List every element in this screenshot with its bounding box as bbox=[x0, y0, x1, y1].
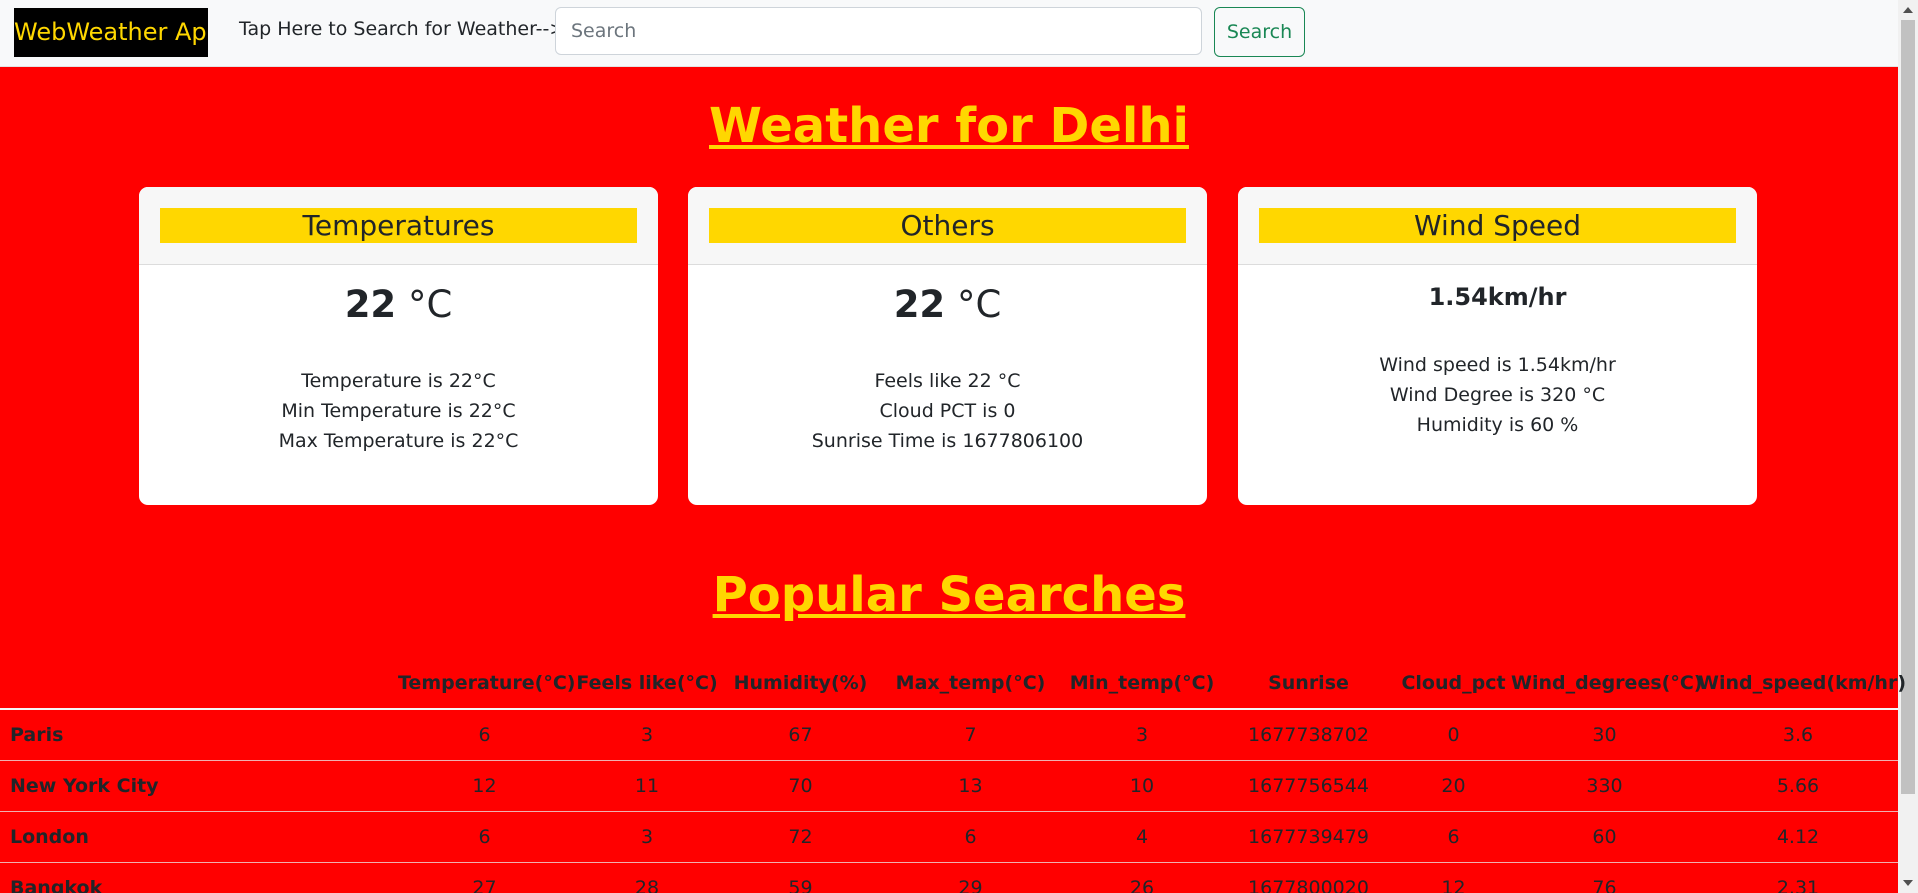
popular-searches-heading: Popular Searches bbox=[712, 567, 1186, 623]
max-temperature-line: Max Temperature is 22°C bbox=[278, 430, 519, 452]
table-cell: 1677756544 bbox=[1221, 760, 1396, 812]
card-title-others: Others bbox=[709, 208, 1186, 243]
card-title-temperatures: Temperatures bbox=[160, 208, 637, 243]
feels-like-line: Feels like 22 °C bbox=[874, 370, 1021, 392]
card-header: Wind Speed bbox=[1238, 187, 1757, 265]
table-row: London 6 3 72 6 4 1677739479 6 60 4.12 bbox=[0, 811, 1898, 863]
table-cell: 26 bbox=[1063, 862, 1221, 893]
column-header-sunrise: Sunrise bbox=[1221, 657, 1396, 710]
scroll-down-icon[interactable] bbox=[1903, 880, 1913, 886]
table-cell: 76 bbox=[1511, 862, 1698, 893]
column-header-wind-speed: Wind_speed(km/hr) bbox=[1698, 657, 1906, 710]
search-input[interactable] bbox=[555, 7, 1202, 55]
table-row: New York City 12 11 70 13 10 1677756544 … bbox=[0, 760, 1898, 812]
wind-speed-number: 1.54 bbox=[1428, 283, 1488, 311]
column-header-temperature: Temperature(°C) bbox=[398, 657, 575, 710]
column-header-feels-like: Feels like(°C) bbox=[571, 657, 723, 710]
weather-heading: Weather for Delhi bbox=[709, 98, 1189, 154]
table-cell: 0 bbox=[1396, 709, 1511, 761]
card-header: Others bbox=[688, 187, 1207, 265]
card-header: Temperatures bbox=[139, 187, 658, 265]
search-button[interactable]: Search bbox=[1214, 7, 1305, 57]
table-cell: 6 bbox=[1396, 811, 1511, 863]
column-header-min-temp: Min_temp(°C) bbox=[1063, 657, 1221, 710]
table-cell: 330 bbox=[1511, 760, 1698, 812]
table-cell: 10 bbox=[1063, 760, 1221, 812]
table-cell: 3 bbox=[571, 811, 723, 863]
table-cell: 20 bbox=[1396, 760, 1511, 812]
sunrise-line: Sunrise Time is 1677806100 bbox=[811, 430, 1084, 452]
city-name: London bbox=[0, 811, 398, 863]
table-cell: 60 bbox=[1511, 811, 1698, 863]
wind-details: Wind speed is 1.54km/hr Wind Degree is 3… bbox=[1238, 350, 1757, 440]
column-header-humidity: Humidity(%) bbox=[723, 657, 878, 710]
table-row: Bangkok 27 28 59 29 26 1677800020 12 76 … bbox=[0, 862, 1898, 893]
table-cell: 3.6 bbox=[1698, 709, 1898, 761]
table-cell: 6 bbox=[878, 811, 1063, 863]
wind-speed-unit: km/hr bbox=[1487, 283, 1567, 311]
others-card: Others 22 °C Feels like 22 °C Cloud PCT … bbox=[688, 187, 1207, 505]
table-cell: 59 bbox=[723, 862, 878, 893]
table-cell: 7 bbox=[878, 709, 1063, 761]
city-name: Paris bbox=[0, 709, 398, 761]
table-cell: 6 bbox=[398, 811, 571, 863]
table-header-row: Temperature(°C) Feels like(°C) Humidity(… bbox=[0, 657, 1906, 710]
table-row: Paris 6 3 67 7 3 1677738702 0 30 3.6 bbox=[0, 709, 1898, 761]
table-cell: 70 bbox=[723, 760, 878, 812]
min-temperature-line: Min Temperature is 22°C bbox=[281, 400, 516, 422]
temperature-value: 22 °C bbox=[139, 283, 658, 326]
table-cell: 3 bbox=[1063, 709, 1221, 761]
table-cell: 5.66 bbox=[1698, 760, 1898, 812]
wind-speed-line: Wind speed is 1.54km/hr bbox=[1379, 354, 1616, 376]
temperature-unit: °C bbox=[396, 283, 453, 326]
table-cell: 72 bbox=[723, 811, 878, 863]
column-header-wind-degrees: Wind_degrees(°C) bbox=[1511, 657, 1702, 710]
table-cell: 13 bbox=[878, 760, 1063, 812]
cloud-pct-line: Cloud PCT is 0 bbox=[879, 400, 1016, 422]
wind-speed-value: 1.54km/hr bbox=[1238, 283, 1757, 311]
navbar: WebWeather App Tap Here to Search for We… bbox=[0, 0, 1898, 67]
column-header-city bbox=[0, 657, 398, 710]
table-cell: 67 bbox=[723, 709, 878, 761]
temperature-details: Temperature is 22°C Min Temperature is 2… bbox=[139, 366, 658, 456]
column-header-cloud-pct: Cloud_pct bbox=[1396, 657, 1511, 710]
table-cell: 3 bbox=[571, 709, 723, 761]
table-cell: 1677800020 bbox=[1221, 862, 1396, 893]
table-cell: 30 bbox=[1511, 709, 1698, 761]
table-cell: 11 bbox=[571, 760, 723, 812]
table-cell: 29 bbox=[878, 862, 1063, 893]
popular-searches-table: Temperature(°C) Feels like(°C) Humidity(… bbox=[0, 657, 1906, 893]
table-cell: 4 bbox=[1063, 811, 1221, 863]
others-details: Feels like 22 °C Cloud PCT is 0 Sunrise … bbox=[688, 366, 1207, 456]
feels-like-value: 22 °C bbox=[688, 283, 1207, 326]
table-cell: 12 bbox=[1396, 862, 1511, 893]
table-cell: 28 bbox=[571, 862, 723, 893]
temperature-line: Temperature is 22°C bbox=[301, 370, 496, 392]
feels-like-number: 22 bbox=[893, 283, 946, 326]
scroll-up-icon[interactable] bbox=[1903, 7, 1913, 13]
table-cell: 27 bbox=[398, 862, 571, 893]
table-cell: 1677738702 bbox=[1221, 709, 1396, 761]
column-header-max-temp: Max_temp(°C) bbox=[878, 657, 1063, 710]
search-hint: Tap Here to Search for Weather--> bbox=[239, 18, 566, 40]
table-cell: 12 bbox=[398, 760, 571, 812]
humidity-line: Humidity is 60 % bbox=[1416, 414, 1579, 436]
table-cell: 4.12 bbox=[1698, 811, 1898, 863]
vertical-scrollbar[interactable] bbox=[1898, 0, 1918, 893]
feels-like-unit: °C bbox=[945, 283, 1002, 326]
table-cell: 1677739479 bbox=[1221, 811, 1396, 863]
brand-logo[interactable]: WebWeather App bbox=[14, 8, 208, 57]
table-cell: 2.31 bbox=[1698, 862, 1898, 893]
table-cell: 6 bbox=[398, 709, 571, 761]
wind-speed-card: Wind Speed 1.54km/hr Wind speed is 1.54k… bbox=[1238, 187, 1757, 505]
temperatures-card: Temperatures 22 °C Temperature is 22°C M… bbox=[139, 187, 658, 505]
temperature-number: 22 bbox=[344, 283, 397, 326]
city-name: Bangkok bbox=[0, 862, 398, 893]
city-name: New York City bbox=[0, 760, 398, 812]
wind-degree-line: Wind Degree is 320 °C bbox=[1389, 384, 1606, 406]
card-title-wind-speed: Wind Speed bbox=[1259, 208, 1736, 243]
